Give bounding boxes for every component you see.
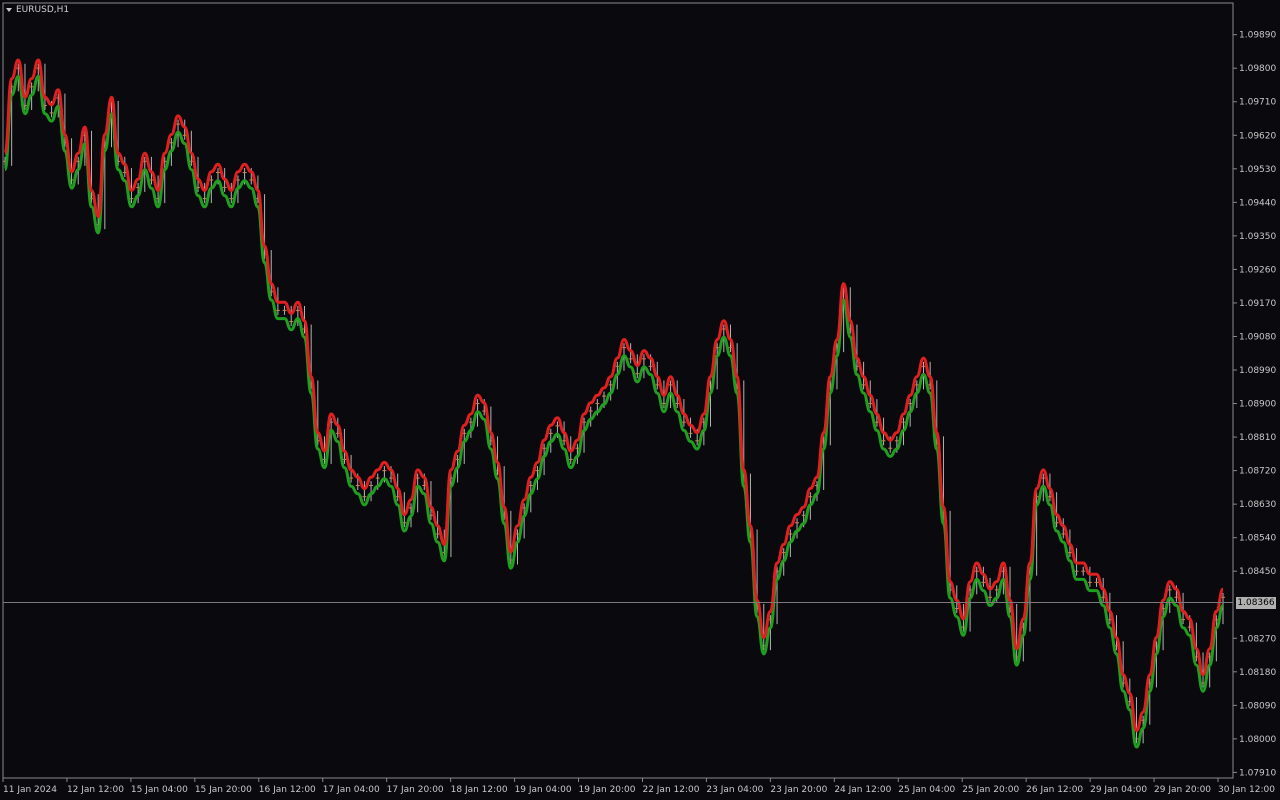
- symbol-text: EURUSD,H1: [16, 5, 70, 15]
- time-tick-label: 19 Jan 20:00: [579, 785, 636, 795]
- chart-background: [0, 0, 1280, 800]
- time-tick-label: 30 Jan 12:00: [1218, 785, 1275, 795]
- price-tick-label: 1.09170: [1239, 299, 1276, 309]
- price-tick-label: 1.08270: [1239, 634, 1276, 644]
- price-tick-label: 1.08090: [1239, 701, 1276, 711]
- price-tick-label: 1.09260: [1239, 265, 1276, 275]
- time-tick-label: 26 Jan 12:00: [1026, 785, 1083, 795]
- time-tick-label: 24 Jan 12:00: [834, 785, 891, 795]
- price-tick-label: 1.09080: [1239, 332, 1276, 342]
- time-tick-label: 23 Jan 20:00: [770, 785, 827, 795]
- price-tick-label: 1.08900: [1239, 400, 1276, 410]
- price-tick-label: 1.09350: [1239, 232, 1276, 242]
- time-tick-label: 17 Jan 20:00: [387, 785, 444, 795]
- time-tick-label: 17 Jan 04:00: [323, 785, 380, 795]
- price-tick-label: 1.09800: [1239, 64, 1276, 74]
- time-tick-label: 23 Jan 04:00: [706, 785, 763, 795]
- time-tick-label: 22 Jan 12:00: [642, 785, 699, 795]
- price-tick-label: 1.08720: [1239, 467, 1276, 477]
- dropdown-arrow-icon[interactable]: [6, 8, 12, 12]
- price-tick-label: 1.08810: [1239, 433, 1276, 443]
- price-tick-label: 1.09710: [1239, 98, 1276, 108]
- price-tick-label: 1.07910: [1239, 768, 1276, 778]
- price-tick-label: 1.08990: [1239, 366, 1276, 376]
- price-tick-label: 1.08180: [1239, 668, 1276, 678]
- price-tick-label: 1.09890: [1239, 31, 1276, 41]
- price-tick-label: 1.09620: [1239, 131, 1276, 141]
- current-price-tag: 1.08366: [1236, 596, 1276, 609]
- price-tick-label: 1.09530: [1239, 165, 1276, 175]
- time-tick-label: 25 Jan 20:00: [962, 785, 1019, 795]
- time-tick-label: 25 Jan 04:00: [898, 785, 955, 795]
- symbol-label[interactable]: EURUSD,H1: [6, 5, 69, 15]
- time-tick-label: 16 Jan 12:00: [259, 785, 316, 795]
- time-tick-label: 11 Jan 2024: [3, 785, 57, 795]
- price-tick-label: 1.08540: [1239, 534, 1276, 544]
- time-tick-label: 12 Jan 12:00: [67, 785, 124, 795]
- time-tick-label: 15 Jan 04:00: [131, 785, 188, 795]
- time-tick-label: 18 Jan 12:00: [451, 785, 508, 795]
- chart-canvas[interactable]: 1.09890 1.09800 1.09710 1.09620 1.09530 1.094…: [0, 0, 1280, 800]
- time-tick-label: 15 Jan 20:00: [195, 785, 252, 795]
- price-tick-label: 1.08630: [1239, 500, 1276, 510]
- price-tick-label: 1.08450: [1239, 567, 1276, 577]
- time-tick-label: 19 Jan 04:00: [515, 785, 572, 795]
- price-tick-label: 1.09440: [1239, 198, 1276, 208]
- time-tick-label: 29 Jan 04:00: [1090, 785, 1147, 795]
- time-tick-label: 29 Jan 20:00: [1154, 785, 1211, 795]
- price-tick-label: 1.08000: [1239, 735, 1276, 745]
